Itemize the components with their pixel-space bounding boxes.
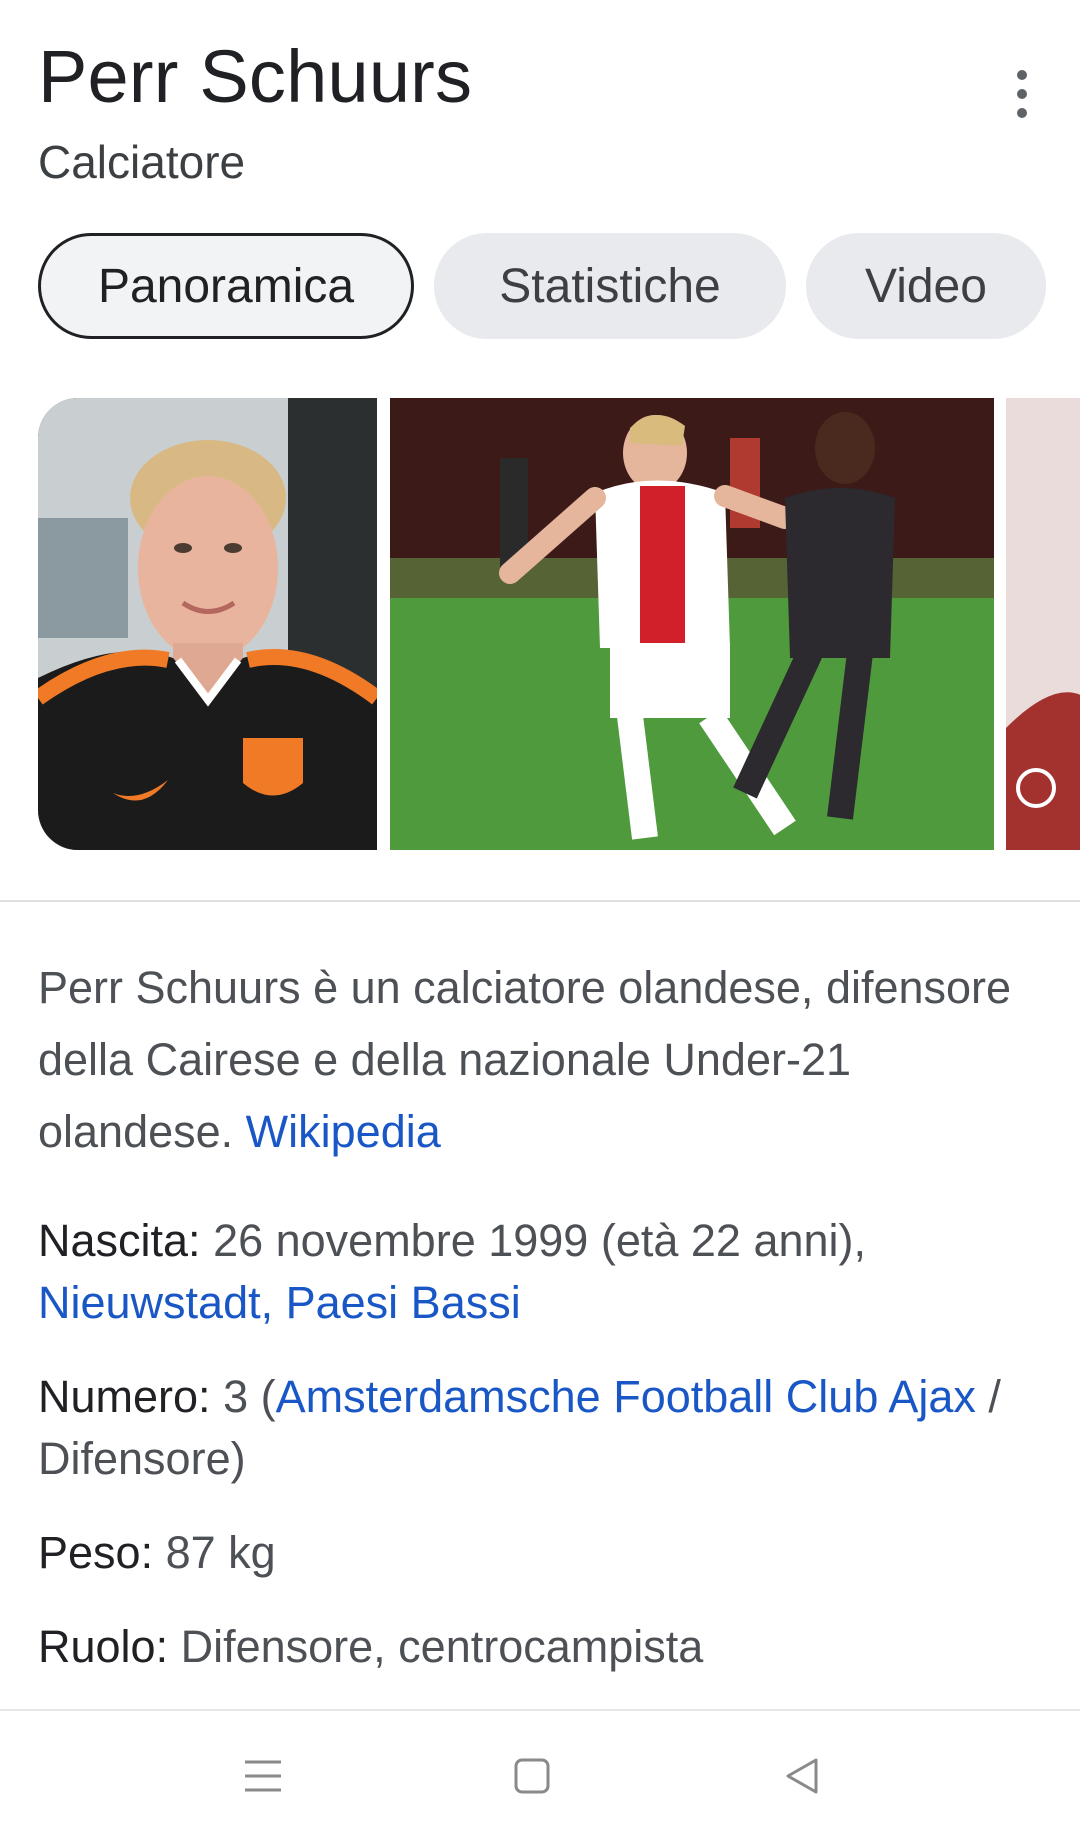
description-text: Perr Schuurs è un calciatore olandese, d… [38,962,1012,1157]
tab-statistiche[interactable]: Statistiche [434,233,786,339]
fact-label: Nascita: [38,1215,201,1266]
image-carousel[interactable] [38,398,1080,850]
back-button[interactable] [775,1749,829,1803]
facts-list: Nascita: 26 novembre 1999 (età 22 anni),… [38,1210,1020,1710]
player-portrait-image[interactable] [38,398,377,850]
fact-value: Difensore, centrocampista [168,1621,704,1672]
fact-value: 3 ( [210,1371,276,1422]
tab-video[interactable]: Video [806,233,1046,339]
club-link[interactable]: Amsterdamsche Football Club Ajax [276,1371,976,1422]
fact-value: 26 novembre 1999 (età 22 anni), [200,1215,867,1266]
system-navigation-bar [0,1709,1080,1841]
fact-birth: Nascita: 26 novembre 1999 (età 22 anni),… [38,1210,1020,1334]
recents-button[interactable] [236,1749,290,1803]
fact-label: Numero: [38,1371,211,1422]
fact-weight: Peso: 87 kg [38,1522,1020,1584]
fact-position: Ruolo: Difensore, centrocampista [38,1616,1020,1678]
fact-number: Numero: 3 (Amsterdamsche Football Club A… [38,1366,1020,1490]
birthplace-link[interactable]: Nieuwstadt, Paesi Bassi [38,1277,521,1328]
menu-icon [245,1760,281,1792]
more-vert-icon [1017,70,1027,80]
player-match-image[interactable] [390,398,994,850]
tab-bar: Panoramica Statistiche Video [38,233,1080,339]
section-divider [0,900,1080,902]
page-title: Perr Schuurs [38,35,473,118]
wikipedia-link[interactable]: Wikipedia [246,1106,441,1157]
page-subtitle: Calciatore [38,136,246,188]
tab-panoramica[interactable]: Panoramica [38,233,414,339]
triangle-back-icon [786,1758,818,1794]
fact-label: Ruolo: [38,1621,169,1672]
square-icon [514,1758,550,1794]
entity-description: Perr Schuurs è un calciatore olandese, d… [38,952,1020,1168]
fact-label: Peso: [38,1527,154,1578]
knowledge-panel-header: Perr Schuurs Calciatore [38,36,1042,190]
fact-value: 87 kg [153,1527,276,1578]
home-button[interactable] [505,1749,559,1803]
more-options-button[interactable] [1002,64,1042,124]
player-third-image[interactable] [1006,398,1080,850]
